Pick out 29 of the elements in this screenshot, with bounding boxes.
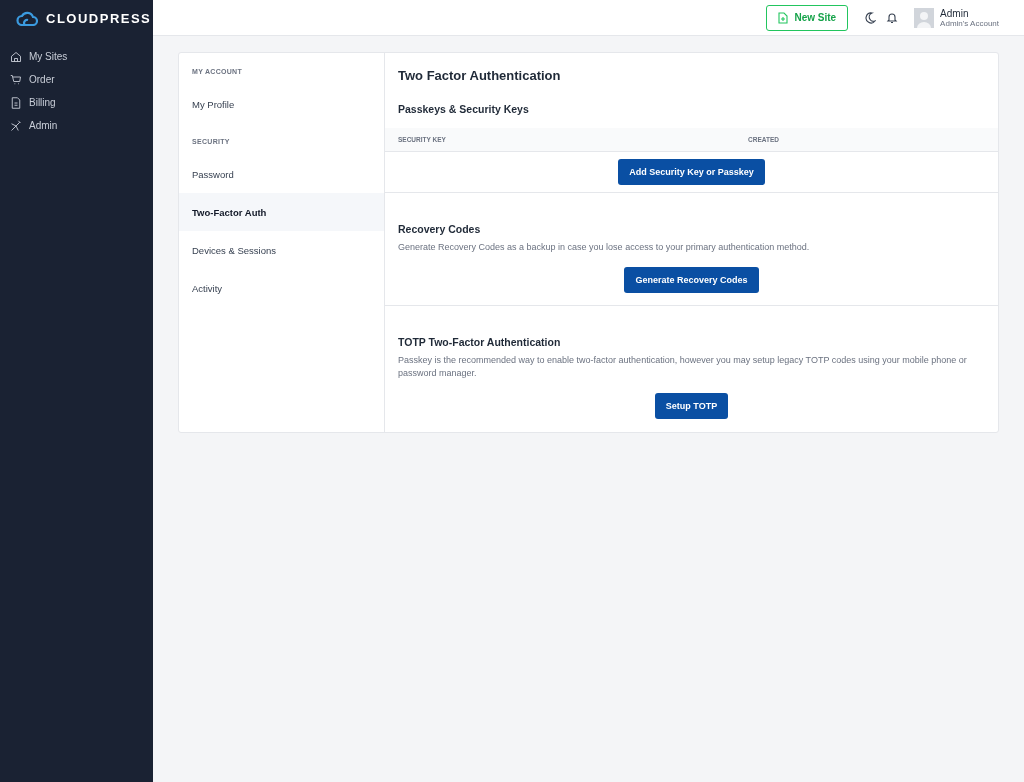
section-heading: TOTP Two-Factor Authentication (397, 336, 562, 348)
section-heading: Passkeys & Security Keys (397, 102, 530, 115)
cloud-logo-icon (16, 10, 38, 26)
tool-icon (10, 119, 22, 132)
settings-nav-item[interactable]: Two-Factor Auth (179, 193, 384, 231)
moon-icon[interactable] (864, 11, 877, 24)
sidebar-item[interactable]: Admin (0, 114, 153, 137)
settings-nav-item[interactable]: Password (179, 155, 384, 193)
user-name: Admin (940, 7, 970, 19)
notification-bell-icon[interactable] (886, 11, 899, 24)
sidebar-item[interactable]: My Sites (0, 45, 153, 68)
brand-name: CLOUDPRESS (46, 10, 152, 26)
file-plus-icon (778, 11, 789, 24)
add-key-button[interactable]: Add Security Key or Passkey (618, 159, 765, 185)
settings-nav-item[interactable]: My Profile (179, 85, 384, 123)
settings-nav-item[interactable]: Devices & Sessions (179, 231, 384, 269)
section-description: Generate Recovery Codes as a backup in case you lose access to your primary authentication method. (397, 241, 811, 254)
sidebar-item[interactable]: Order (0, 68, 153, 91)
home-icon (10, 50, 22, 63)
file-icon (10, 96, 22, 109)
account-label: Admin's Account (940, 18, 999, 28)
setup-totp-button[interactable]: Setup TOTP (654, 393, 729, 419)
settings-nav-item[interactable]: Activity (179, 269, 384, 307)
section-description: Passkey is the recommended way to enable two-factor authentication, however you may setup legacy TOTP codes using your mobile phone or password manager. (397, 354, 968, 380)
generate-codes-button[interactable]: Generate Recovery Codes (624, 267, 759, 293)
sidebar-item[interactable]: Billing (0, 91, 153, 114)
cart-icon (10, 73, 22, 86)
page-title: Two Factor Authentication (397, 67, 562, 83)
section-heading: Recovery Codes (397, 223, 482, 235)
